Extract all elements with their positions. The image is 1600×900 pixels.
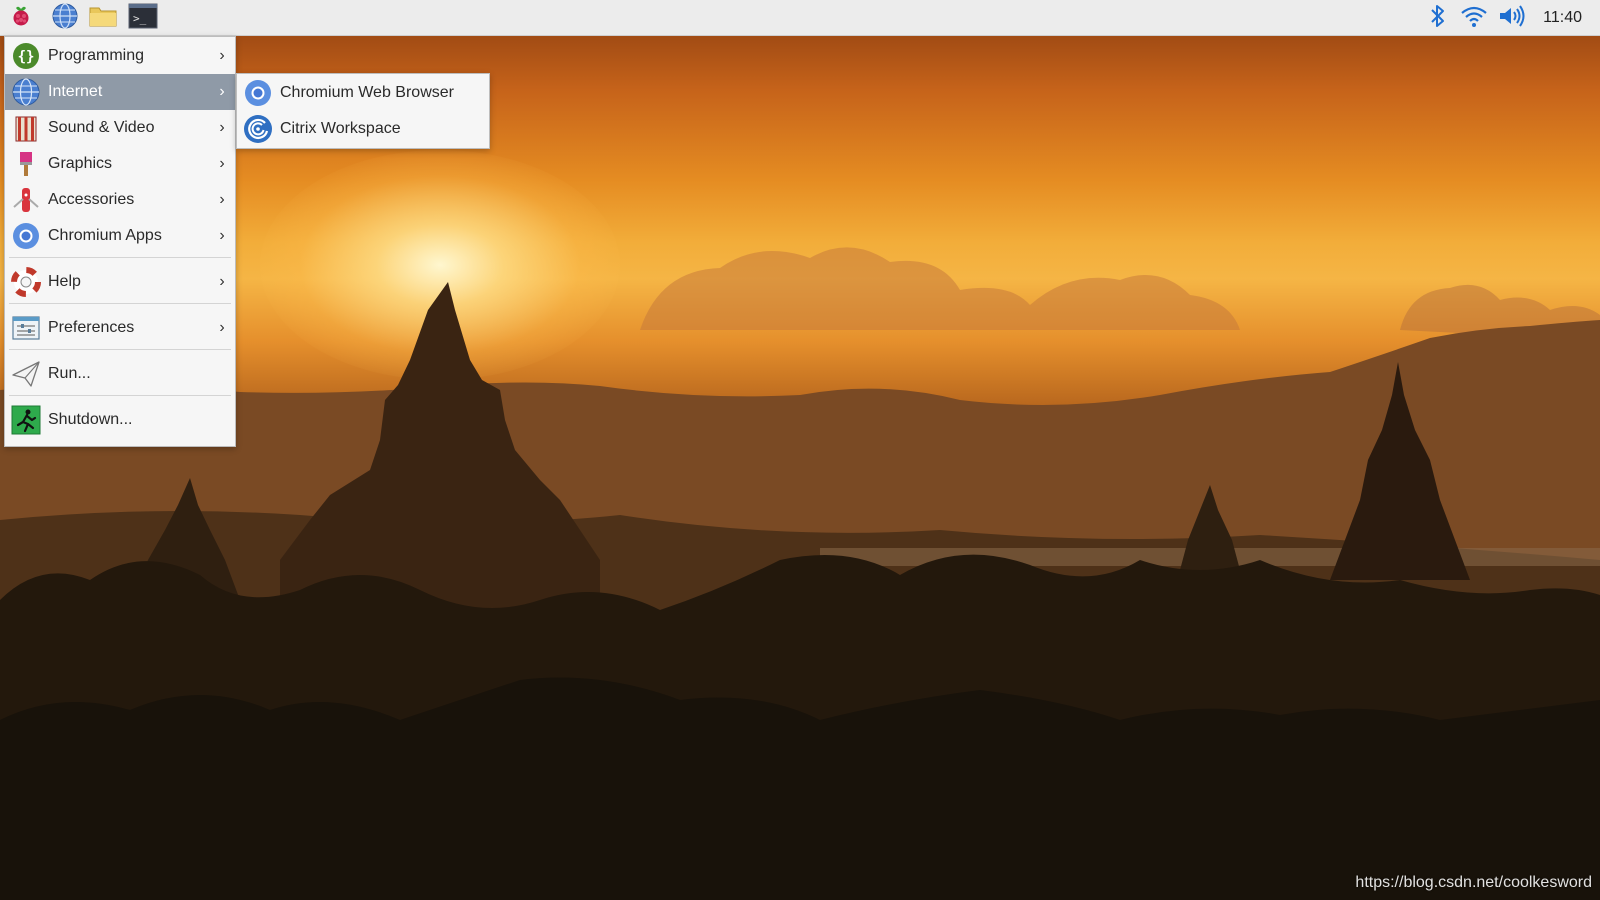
citrix-icon xyxy=(242,113,274,145)
submenu-arrow-icon: › xyxy=(219,319,225,336)
raspberry-icon xyxy=(8,3,34,34)
menu-item-label: Help xyxy=(48,273,81,290)
shutdown-icon xyxy=(10,404,42,436)
submenu-arrow-icon: › xyxy=(219,119,225,136)
chromium-apps-icon xyxy=(10,220,42,252)
cloud-bank xyxy=(640,247,1240,330)
menu-item-shutdown[interactable]: Shutdown... xyxy=(5,402,235,438)
terminal-launcher[interactable]: >_ xyxy=(128,3,158,33)
submenu-arrow-icon: › xyxy=(219,273,225,290)
submenu-arrow-icon: › xyxy=(219,47,225,64)
menu-item-label: Run... xyxy=(48,365,91,382)
terminal-icon: >_ xyxy=(128,3,158,34)
sound-video-icon xyxy=(10,112,42,144)
globe-icon xyxy=(51,2,79,35)
watermark-url: https://blog.csdn.net/coolkesword xyxy=(1355,874,1592,891)
internet-submenu: Chromium Web Browser Citrix Workspace xyxy=(236,73,490,149)
wifi-tray-button[interactable] xyxy=(1460,4,1488,32)
submenu-arrow-icon: › xyxy=(219,227,225,244)
menu-item-internet[interactable]: Internet › xyxy=(5,74,235,110)
file-manager-launcher[interactable] xyxy=(88,3,118,33)
programming-icon: {} xyxy=(10,40,42,72)
menu-item-label: Accessories xyxy=(48,191,135,208)
menu-separator xyxy=(9,257,231,258)
bluetooth-tray-button[interactable] xyxy=(1424,4,1452,32)
accessories-icon xyxy=(10,184,42,216)
menu-item-label: Shutdown... xyxy=(48,411,133,428)
help-icon xyxy=(10,266,42,298)
menu-item-chromium-apps[interactable]: Chromium Apps › xyxy=(5,218,235,254)
menu-item-preferences[interactable]: Preferences › xyxy=(5,310,235,346)
desktop: >_ 11:40 {} Programming › Internet › Sou… xyxy=(0,0,1600,900)
submenu-arrow-icon: › xyxy=(219,83,225,100)
submenu-item-label: Citrix Workspace xyxy=(280,120,401,137)
web-browser-launcher[interactable] xyxy=(50,2,80,35)
menu-item-label: Graphics xyxy=(48,155,113,172)
submenu-item-chromium-web-browser[interactable]: Chromium Web Browser xyxy=(237,75,489,111)
menu-item-label: Programming xyxy=(48,47,145,64)
submenu-arrow-icon: › xyxy=(219,191,225,208)
svg-text:{}: {} xyxy=(18,49,35,65)
menu-item-label: Sound & Video xyxy=(48,119,155,136)
raspberry-menu-button[interactable] xyxy=(6,3,36,33)
graphics-icon xyxy=(10,148,42,180)
volume-icon xyxy=(1497,4,1527,33)
taskbar: >_ 11:40 xyxy=(0,0,1600,36)
menu-item-help[interactable]: Help › xyxy=(5,264,235,300)
submenu-item-citrix-workspace[interactable]: Citrix Workspace xyxy=(237,111,489,147)
folder-icon xyxy=(88,3,118,34)
menu-item-programming[interactable]: {} Programming › xyxy=(5,38,235,74)
internet-icon xyxy=(10,76,42,108)
bluetooth-icon xyxy=(1429,3,1447,34)
volume-tray-button[interactable] xyxy=(1498,4,1526,32)
menu-item-label: Preferences xyxy=(48,319,135,336)
menu-item-accessories[interactable]: Accessories › xyxy=(5,182,235,218)
submenu-arrow-icon: › xyxy=(219,155,225,172)
preferences-icon xyxy=(10,312,42,344)
wifi-icon xyxy=(1460,4,1488,33)
menu-separator xyxy=(9,349,231,350)
menu-item-graphics[interactable]: Graphics › xyxy=(5,146,235,182)
chromium-icon xyxy=(242,77,274,109)
menu-item-run[interactable]: Run... xyxy=(5,356,235,392)
terminal-glyph: >_ xyxy=(133,12,147,25)
menu-separator xyxy=(9,395,231,396)
menu-item-label: Internet xyxy=(48,83,103,100)
clock[interactable]: 11:40 xyxy=(1543,0,1582,36)
menu-item-sound-video[interactable]: Sound & Video › xyxy=(5,110,235,146)
application-menu: {} Programming › Internet › Sound & Vide… xyxy=(4,36,236,447)
menu-separator xyxy=(9,303,231,304)
run-icon xyxy=(10,358,42,390)
submenu-item-label: Chromium Web Browser xyxy=(280,84,454,101)
menu-item-label: Chromium Apps xyxy=(48,227,162,244)
